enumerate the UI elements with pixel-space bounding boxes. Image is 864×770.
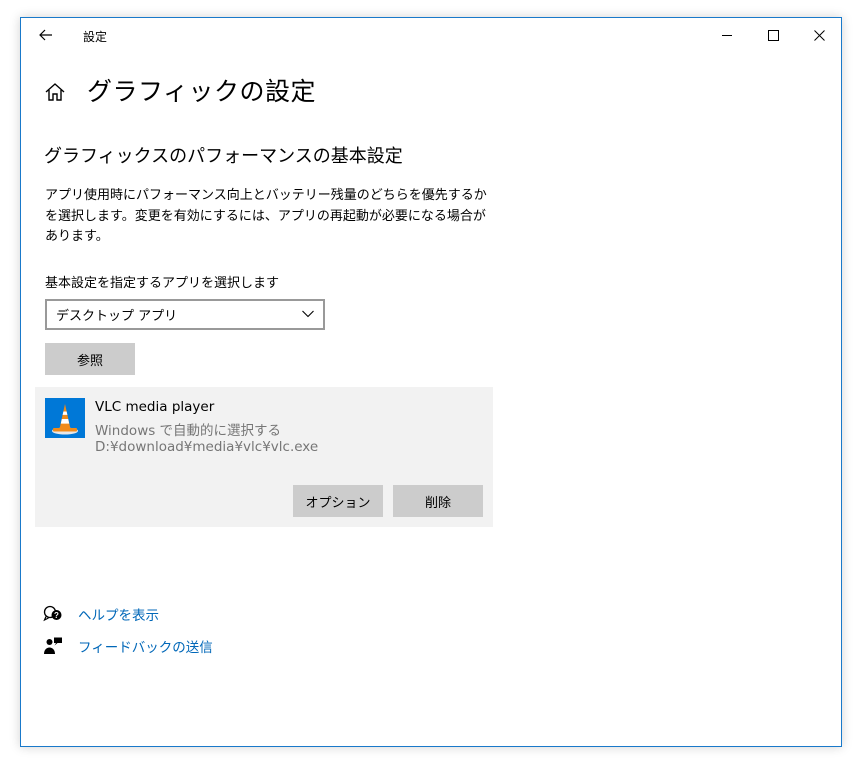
app-list-item[interactable]: VLC media player Windows で自動的に選択する D:¥do… bbox=[35, 387, 493, 527]
feedback-link-text[interactable]: フィードバックの送信 bbox=[78, 636, 213, 656]
svg-text:?: ? bbox=[54, 611, 59, 620]
help-link-text[interactable]: ヘルプを表示 bbox=[78, 604, 159, 624]
close-button[interactable] bbox=[796, 18, 842, 52]
minimize-icon bbox=[721, 34, 732, 36]
vlc-icon bbox=[45, 398, 85, 438]
page-title: グラフィックの設定 bbox=[87, 77, 317, 106]
options-button[interactable]: オプション bbox=[293, 485, 383, 517]
remove-button[interactable]: 削除 bbox=[393, 485, 483, 517]
maximize-button[interactable] bbox=[750, 18, 796, 52]
back-button[interactable] bbox=[31, 24, 61, 46]
close-icon bbox=[813, 29, 825, 41]
app-path: D:¥download¥media¥vlc¥vlc.exe bbox=[95, 439, 319, 455]
browse-button[interactable]: 参照 bbox=[45, 343, 135, 375]
minimize-button[interactable] bbox=[704, 18, 750, 52]
app-type-selected: デスクトップ アプリ bbox=[56, 309, 178, 324]
home-icon[interactable] bbox=[43, 80, 67, 104]
section-description: アプリ使用時にパフォーマンス向上とバッテリー残量のどちらを優先するかを選択します… bbox=[45, 188, 487, 244]
feedback-link[interactable]: フィードバックの送信 bbox=[43, 636, 213, 656]
settings-window: 設定 グラフィックの設定 グラフィックスのパフォーマンスの基本設定 アプリ使用時… bbox=[20, 17, 842, 747]
app-name: VLC media player bbox=[95, 399, 215, 415]
app-type-label: 基本設定を指定するアプリを選択します bbox=[45, 276, 280, 291]
app-graphics-mode: Windows で自動的に選択する bbox=[95, 423, 282, 439]
feedback-icon bbox=[43, 636, 63, 656]
help-link[interactable]: ? ヘルプを表示 bbox=[43, 604, 159, 624]
app-type-dropdown[interactable]: デスクトップ アプリ bbox=[45, 299, 325, 330]
maximize-icon bbox=[767, 29, 779, 41]
chevron-down-icon bbox=[302, 310, 314, 318]
arrow-left-icon bbox=[39, 29, 52, 41]
title-bar: 設定 bbox=[21, 18, 841, 52]
window-title: 設定 bbox=[83, 30, 108, 44]
section-title: グラフィックスのパフォーマンスの基本設定 bbox=[44, 146, 403, 167]
help-chat-icon: ? bbox=[43, 604, 63, 624]
